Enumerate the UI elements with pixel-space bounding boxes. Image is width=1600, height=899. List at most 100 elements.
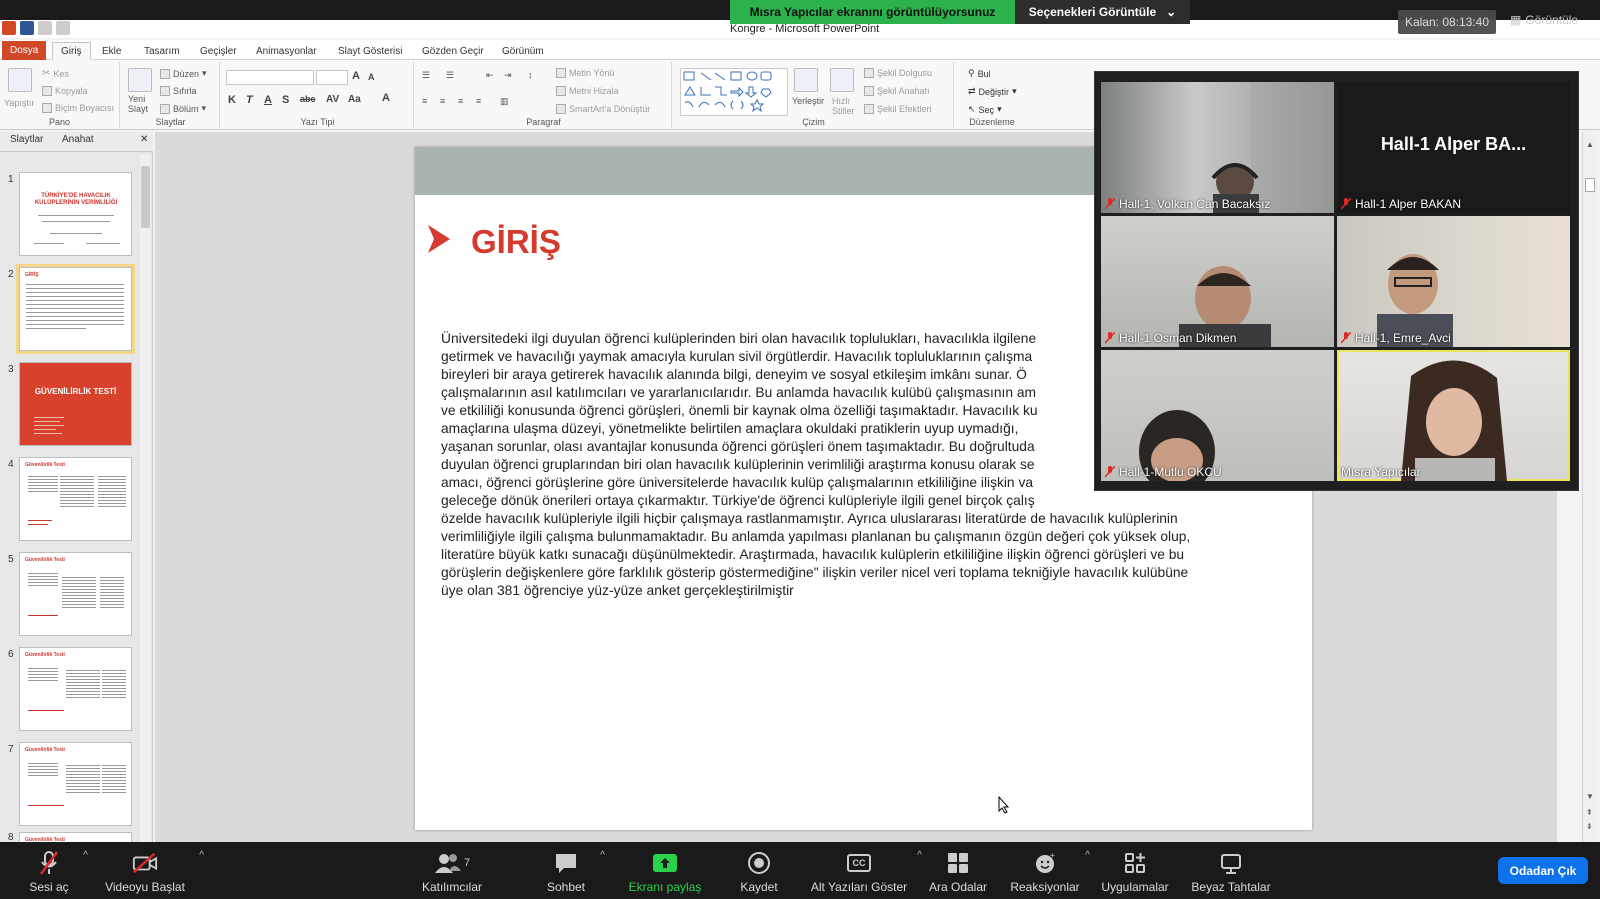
- previous-slide-icon[interactable]: ⇞: [1586, 808, 1593, 817]
- reactions-button[interactable]: + Reaksiyonlar ^: [1008, 846, 1090, 894]
- shape-effects-button[interactable]: Şekil Efektleri: [864, 104, 932, 114]
- participant-video-tile[interactable]: Hall-1-Mutlu OKCU: [1101, 350, 1334, 481]
- font-name-dropdown[interactable]: [226, 70, 314, 85]
- record-button[interactable]: Kaydet: [734, 846, 784, 894]
- tab-animations[interactable]: Animasyonlar: [248, 42, 325, 60]
- bullets-icon[interactable]: ☰: [422, 70, 430, 81]
- tab-slides[interactable]: Slaytlar: [10, 134, 43, 145]
- slide-thumbnail[interactable]: Güvenilirlik Testi: [19, 742, 132, 826]
- chevron-up-icon[interactable]: ^: [917, 850, 922, 861]
- shape-fill-button[interactable]: Şekil Dolgusu: [864, 68, 932, 78]
- italic-icon[interactable]: T: [246, 94, 253, 106]
- start-video-button[interactable]: Videoyu Başlat ^: [100, 846, 204, 894]
- shadow-icon[interactable]: S: [282, 94, 289, 106]
- save-icon[interactable]: [20, 21, 34, 35]
- align-left-icon[interactable]: ≡: [422, 96, 427, 106]
- text-direction-button[interactable]: Metin Yönü: [556, 68, 614, 78]
- font-color-icon[interactable]: A: [382, 92, 390, 104]
- character-spacing-icon[interactable]: AV: [326, 94, 339, 105]
- numbering-icon[interactable]: ☰: [446, 70, 454, 81]
- slide-thumbnail[interactable]: TÜRKİYE'DE HAVACILIK KULÜPLERİNİN VERİML…: [19, 172, 132, 256]
- tab-design[interactable]: Tasarım: [136, 42, 188, 60]
- next-slide-icon[interactable]: ⇟: [1586, 822, 1593, 831]
- layout-button[interactable]: Düzen ▾: [160, 68, 207, 79]
- whiteboards-button[interactable]: Beyaz Tahtalar: [1188, 846, 1274, 894]
- tab-view[interactable]: Görünüm: [494, 42, 552, 60]
- participant-video-tile[interactable]: Hall-1, Emre_Avci: [1337, 216, 1570, 347]
- view-options-dropdown[interactable]: Seçenekleri Görüntüle ⌄: [1015, 0, 1190, 24]
- tab-transitions[interactable]: Geçişler: [192, 42, 245, 60]
- font-size-dropdown[interactable]: [316, 70, 348, 85]
- paste-button[interactable]: Yapıştır: [4, 98, 34, 108]
- slide-thumbnail[interactable]: Güvenilirlik Testi: [19, 552, 132, 636]
- slide-title[interactable]: GİRİŞ: [471, 223, 561, 261]
- underline-icon[interactable]: A: [264, 94, 272, 106]
- reset-button[interactable]: Sıfırla: [160, 86, 197, 96]
- close-icon[interactable]: ✕: [140, 134, 148, 145]
- justify-icon[interactable]: ≡: [476, 96, 481, 106]
- align-text-button[interactable]: Metni Hizala: [556, 86, 619, 96]
- change-case-icon[interactable]: Aa: [348, 94, 361, 105]
- decrease-indent-icon[interactable]: ⇤: [486, 70, 494, 81]
- breakout-rooms-button[interactable]: Ara Odalar: [926, 846, 990, 894]
- chevron-up-icon[interactable]: ^: [83, 850, 88, 861]
- select-button[interactable]: ↖ Seç ▾: [968, 104, 1002, 115]
- participant-gallery[interactable]: Hall-1, Volkan Can Bacaksız Hall-1 Alper…: [1094, 71, 1579, 491]
- participants-button[interactable]: 7 Katılımcılar: [416, 846, 488, 894]
- bold-icon[interactable]: K: [228, 94, 236, 106]
- arrange-icon[interactable]: [794, 68, 818, 92]
- active-speaker-tile[interactable]: Mısra Yapıcılar: [1337, 350, 1570, 481]
- participant-video-tile[interactable]: Hall-1 Alper BA... Hall-1 Alper BAKAN: [1337, 82, 1570, 213]
- align-center-icon[interactable]: ≡: [440, 96, 445, 106]
- scrollbar-handle[interactable]: [1585, 178, 1595, 192]
- participant-video-tile[interactable]: Hall-1, Volkan Can Bacaksız: [1101, 82, 1334, 213]
- tab-outline[interactable]: Anahat: [62, 134, 94, 145]
- chat-button[interactable]: Sohbet ^: [541, 846, 605, 894]
- scroll-down-icon[interactable]: ▼: [1586, 792, 1594, 801]
- scrollbar-handle[interactable]: [141, 166, 150, 228]
- leave-room-button[interactable]: Odadan Çık: [1498, 857, 1588, 884]
- tab-file[interactable]: Dosya: [2, 41, 47, 60]
- find-button[interactable]: ⚲ Bul: [968, 68, 991, 79]
- undo-icon[interactable]: [38, 21, 52, 35]
- line-spacing-icon[interactable]: ↕: [528, 70, 533, 80]
- scroll-up-icon[interactable]: ▲: [1586, 140, 1594, 149]
- chevron-up-icon[interactable]: ^: [600, 850, 605, 861]
- replace-button[interactable]: ⇄ Değiştir ▾: [968, 86, 1017, 97]
- copy-button[interactable]: Kopyala: [42, 86, 88, 96]
- arrange-button[interactable]: Yerleştir: [792, 96, 824, 106]
- columns-icon[interactable]: ▥: [500, 96, 509, 107]
- chevron-up-icon[interactable]: ^: [1085, 850, 1090, 861]
- shape-outline-button[interactable]: Şekil Anahatı: [864, 86, 930, 96]
- smartart-button[interactable]: SmartArt'a Dönüştür: [556, 104, 650, 114]
- chevron-up-icon[interactable]: ^: [199, 850, 204, 861]
- cut-button[interactable]: ✂ Kes: [42, 68, 69, 79]
- new-slide-button[interactable]: Yeni Slayt: [128, 94, 148, 114]
- paste-icon[interactable]: [8, 68, 32, 92]
- apps-button[interactable]: Uygulamalar: [1098, 846, 1172, 894]
- grow-font-icon[interactable]: A: [352, 70, 360, 82]
- share-screen-button[interactable]: Ekranı paylaş: [623, 846, 707, 894]
- format-painter-button[interactable]: Biçim Boyacısı: [42, 103, 114, 113]
- slide-thumbnail[interactable]: Güvenilirlik Testi: [19, 647, 132, 731]
- slides-panel-scrollbar[interactable]: [140, 154, 151, 844]
- tab-review[interactable]: Gözden Geçir: [414, 42, 492, 60]
- quick-styles-icon[interactable]: [830, 68, 854, 92]
- tab-slide-show[interactable]: Slayt Gösterisi: [330, 42, 410, 60]
- section-button[interactable]: Bölüm ▾: [160, 103, 206, 114]
- unmute-button[interactable]: Sesi aç ^: [24, 846, 88, 894]
- participant-video-tile[interactable]: Hall-1 Osman Dikmen: [1101, 216, 1334, 347]
- view-button[interactable]: ▦ Görüntüle: [1510, 10, 1595, 30]
- redo-icon[interactable]: [56, 21, 70, 35]
- shrink-font-icon[interactable]: A: [368, 72, 375, 82]
- align-right-icon[interactable]: ≡: [458, 96, 463, 106]
- vertical-scrollbar[interactable]: ▲ ▼ ⇞ ⇟: [1582, 132, 1597, 846]
- strikethrough-icon[interactable]: abc: [300, 94, 316, 104]
- captions-button[interactable]: CC Alt Yazıları Göster ^: [806, 846, 922, 894]
- slide-thumbnail[interactable]: GÜVENİLİRLİK TESTİ: [19, 362, 132, 446]
- increase-indent-icon[interactable]: ⇥: [504, 70, 512, 81]
- new-slide-icon[interactable]: [128, 68, 152, 92]
- tab-insert[interactable]: Ekle: [94, 42, 129, 60]
- quick-styles-button[interactable]: Hızlı Stiller: [832, 96, 855, 116]
- slide-thumbnail-selected[interactable]: GİRİŞ: [16, 264, 135, 354]
